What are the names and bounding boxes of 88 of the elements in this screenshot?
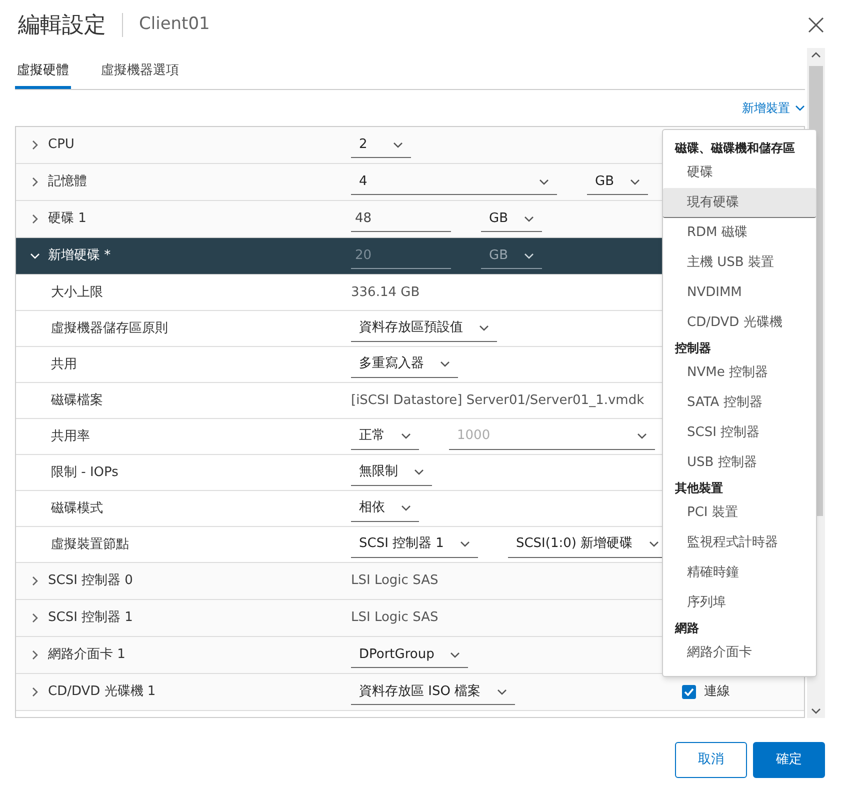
dropdown-select[interactable]: 2 xyxy=(351,132,411,158)
dialog-title: 編輯設定 xyxy=(18,12,106,40)
setting-label: 大小上限 xyxy=(50,284,104,302)
device-label[interactable]: SCSI 控制器 0 xyxy=(48,571,133,591)
caret-icon xyxy=(630,178,640,184)
chevron-right-icon[interactable] xyxy=(30,650,40,660)
menu-item[interactable]: USB 控制器 xyxy=(663,448,816,478)
close-icon xyxy=(808,17,824,33)
caret-icon xyxy=(795,105,805,111)
menu-item[interactable]: NVDIMM xyxy=(663,278,816,308)
setting-label: 虛擬機器儲存區原則 xyxy=(50,320,169,338)
dropdown-select[interactable]: SCSI 控制器 1 xyxy=(351,532,478,558)
confirm-button[interactable]: 確定 xyxy=(753,742,825,778)
value-text: [iSCSI Datastore] Server01/Server01_1.vmdk xyxy=(351,392,644,410)
setting-label: 虛擬裝置節點 xyxy=(50,536,130,554)
dropdown-select[interactable]: GB xyxy=(481,206,542,232)
chevron-right-icon[interactable] xyxy=(30,214,40,224)
menu-item[interactable]: CD/DVD 光碟機 xyxy=(663,308,816,338)
menu-section-title: 其他裝置 xyxy=(674,480,724,497)
caret-icon xyxy=(440,361,450,367)
caret-icon xyxy=(393,142,403,148)
device-label[interactable]: SCSI 控制器 1 xyxy=(48,608,133,628)
dropdown-select[interactable]: GB xyxy=(587,169,648,195)
chevron-right-icon[interactable] xyxy=(30,177,40,187)
setting-label: 共用率 xyxy=(50,428,91,446)
caret-icon xyxy=(450,652,460,658)
menu-item[interactable]: RDM 磁碟 xyxy=(663,218,816,248)
dialog-subtitle: Client01 xyxy=(139,13,210,36)
chevron-right-icon[interactable] xyxy=(30,687,40,697)
menu-item[interactable]: SATA 控制器 xyxy=(663,388,816,418)
device-label[interactable]: CD/DVD 光碟機 1 xyxy=(48,682,156,702)
menu-item[interactable]: 精確時鐘 xyxy=(663,558,816,588)
caret-icon xyxy=(414,469,424,475)
setting-label: 限制 - IOPs xyxy=(50,464,120,482)
setting-label: 共用 xyxy=(50,356,78,374)
menu-item[interactable]: 現有硬碟 xyxy=(663,188,816,218)
caret-icon xyxy=(496,688,507,694)
setting-label: 磁碟檔案 xyxy=(50,392,104,410)
menu-item[interactable]: SCSI 控制器 xyxy=(663,418,816,448)
caret-icon xyxy=(648,541,659,547)
value-text: LSI Logic SAS xyxy=(351,572,438,590)
menu-item[interactable]: NVMe 控制器 xyxy=(663,358,816,388)
setting-label: 磁碟模式 xyxy=(50,500,104,518)
menu-item[interactable]: 網路介面卡 xyxy=(663,638,816,668)
chevron-right-icon[interactable] xyxy=(30,613,40,623)
dropdown-select[interactable]: 4 xyxy=(351,169,557,195)
value-text: LSI Logic SAS xyxy=(351,609,438,628)
dropdown-select[interactable]: 正常 xyxy=(351,424,419,450)
cancel-button[interactable]: 取消 xyxy=(675,742,747,778)
menu-section-title: 磁碟、磁碟機和儲存區 xyxy=(674,140,796,157)
menu-item[interactable]: 主機 USB 裝置 xyxy=(663,248,816,278)
device-label[interactable]: 新增硬碟 * xyxy=(48,246,111,266)
device-label[interactable]: 網路介面卡 1 xyxy=(48,645,126,665)
device-label[interactable]: CPU xyxy=(48,135,74,155)
caret-icon xyxy=(401,433,411,439)
caret-icon xyxy=(479,325,489,331)
input-field[interactable]: 48 xyxy=(351,206,451,232)
checkbox-label[interactable]: 連線 xyxy=(682,682,730,702)
caret-icon xyxy=(637,433,647,439)
dropdown-select[interactable]: DPortGroup xyxy=(351,642,468,668)
menu-section-title: 控制器 xyxy=(674,340,712,357)
dropdown-select[interactable]: 無限制 xyxy=(351,460,432,486)
device-label[interactable]: 硬碟 1 xyxy=(48,209,86,229)
device-label[interactable]: 記憶體 xyxy=(48,172,87,192)
caret-icon xyxy=(460,541,470,547)
menu-section-title: 網路 xyxy=(674,620,700,637)
dropdown-select[interactable]: 資料存放區預設值 xyxy=(351,316,497,342)
dropdown-select[interactable]: 相依 xyxy=(351,496,419,522)
add-device-link[interactable]: 新增裝置 xyxy=(742,99,805,117)
caret-icon xyxy=(401,505,411,511)
checkbox[interactable] xyxy=(682,685,696,699)
caret-icon xyxy=(539,178,549,184)
tab[interactable]: 虛擬硬體 xyxy=(15,60,71,89)
check-icon xyxy=(684,688,694,696)
chevron-right-icon[interactable] xyxy=(30,576,40,586)
dropdown-select[interactable]: GB xyxy=(481,243,542,269)
value-text: 336.14 GB xyxy=(351,284,420,302)
chevron-down-icon[interactable] xyxy=(30,251,40,261)
tab[interactable]: 虛擬機器選項 xyxy=(99,60,181,89)
caret-icon xyxy=(524,252,534,258)
chevron-right-icon[interactable] xyxy=(30,140,40,150)
menu-item[interactable]: 硬碟 xyxy=(663,158,816,188)
caret-icon xyxy=(524,216,534,222)
dropdown-select[interactable]: 多重寫入器 xyxy=(351,352,458,378)
menu-item[interactable]: PCI 裝置 xyxy=(663,498,816,528)
dropdown-select[interactable]: 資料存放區 ISO 檔案 xyxy=(351,679,515,705)
menu-item[interactable]: 序列埠 xyxy=(663,588,816,618)
close-button[interactable] xyxy=(806,15,826,35)
